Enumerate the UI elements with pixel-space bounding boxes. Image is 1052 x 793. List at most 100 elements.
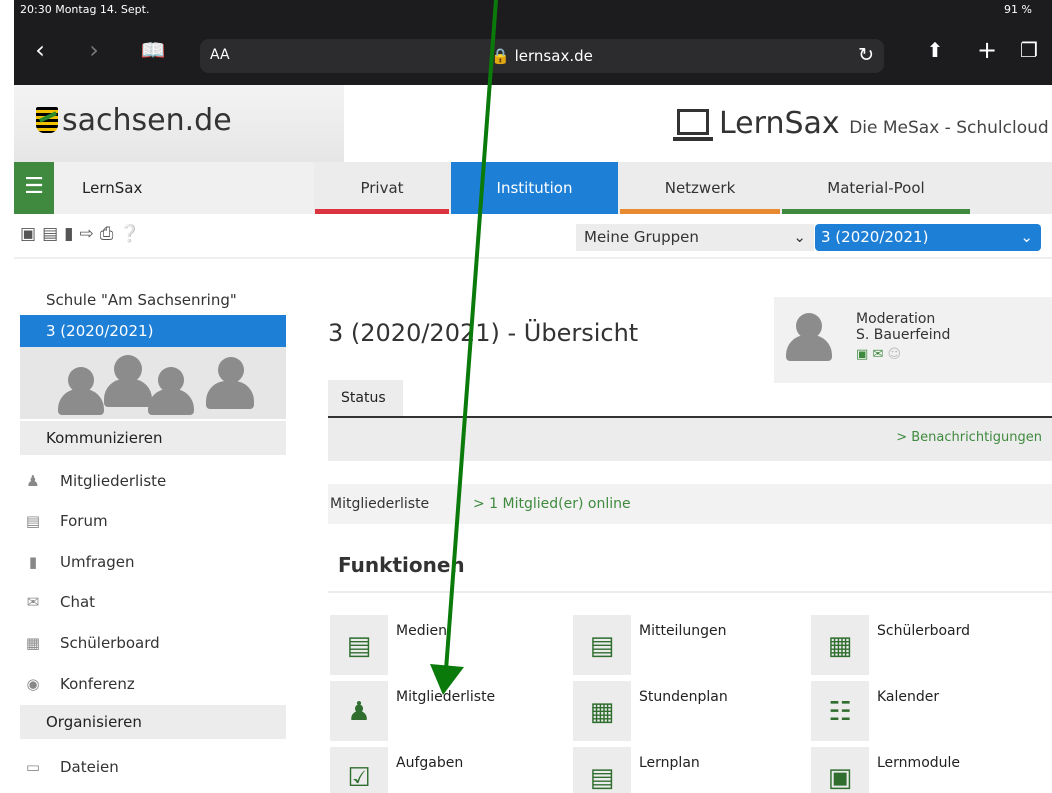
tabs-icon[interactable]: ❐ [1014, 34, 1044, 66]
members-icon: ♟ [26, 472, 40, 490]
sidebar-item-mitgliederliste[interactable]: ♟ Mitgliederliste [20, 464, 286, 498]
notifications-link[interactable]: > Benachrichtigungen [896, 430, 1042, 445]
function-label: Stundenplan [639, 689, 728, 705]
function-label: Lernmodule [877, 755, 961, 771]
sidebar-item-label: Dateien [60, 758, 119, 776]
groups-select[interactable]: Meine Gruppen ⌄ [576, 224, 814, 251]
learning-plan-icon: ▤ [589, 763, 615, 793]
bookmarks-icon[interactable]: 📖 [138, 34, 168, 66]
tab-material-pool[interactable]: Material-Pool [782, 162, 970, 214]
function-aufgaben[interactable]: ☑ Aufgaben [330, 747, 560, 793]
function-kalender[interactable]: ☷ Kalender [811, 681, 1041, 741]
moderation-box: Moderation S. Bauerfeind ▣ ✉ ☺ [774, 297, 1052, 383]
members-icon: ♟ [347, 697, 371, 727]
notes-icon[interactable]: ▤ [42, 224, 64, 244]
function-mitteilungen[interactable]: ▤ Mitteilungen [573, 615, 803, 675]
toolbar: ▣▤▮⇨⎙❔ Meine Gruppen ⌄ 3 (2020/2021) ⌄ [14, 214, 1052, 259]
media-icon: ▤ [346, 631, 372, 661]
reload-icon[interactable]: ↻ [858, 44, 874, 66]
members-online-link[interactable]: > 1 Mitglied(er) online [473, 484, 631, 524]
url-text: 🔒 lernsax.de [200, 47, 884, 65]
sidebar-item-label: Schülerboard [60, 634, 160, 652]
function-icon-box: ☷ [811, 681, 869, 741]
function-label: Schülerboard [877, 623, 971, 639]
site-header: sachsen.de LernSax Die MeSax - Schulclou… [14, 85, 1052, 162]
profile-card-icon[interactable]: ▣ [856, 347, 868, 362]
sidebar-class[interactable]: 3 (2020/2021) [20, 315, 286, 347]
lernsax-logo[interactable]: LernSax Die MeSax - Schulcloud [673, 106, 1049, 141]
section-organisieren: Organisieren [20, 705, 286, 739]
print-icon[interactable]: ⎙ [100, 224, 120, 244]
function-label: Kalender [877, 689, 940, 705]
sidebar-item-label: Mitgliederliste [60, 472, 167, 490]
calendar-icon: ☷ [828, 697, 852, 727]
tool-icons: ▣▤▮⇨⎙❔ [20, 224, 147, 244]
function-medien[interactable]: ▤ Medien [330, 615, 560, 675]
lock-icon: 🔒 [491, 47, 510, 65]
bookmark-icon[interactable]: ▮ [64, 224, 79, 244]
sidebar-item-forum[interactable]: ▤ Forum [20, 504, 286, 538]
sidebar-item-label: Umfragen [60, 553, 135, 571]
chevron-down-icon: ⌄ [1020, 228, 1033, 246]
tab-label: Privat [360, 179, 404, 197]
share-icon[interactable]: ⬆ [920, 34, 950, 66]
school-name[interactable]: Schule "Am Sachsenring" [46, 291, 237, 309]
sidebar: Schule "Am Sachsenring" 3 (2020/2021) Ko… [20, 259, 286, 793]
hierarchy-icon[interactable]: ▣ [20, 224, 42, 244]
tab-label: Institution [496, 179, 573, 197]
group-avatars [20, 347, 286, 419]
function-lernmodule[interactable]: ▣ Lernmodule [811, 747, 1041, 793]
forward-icon[interactable]: › [82, 34, 106, 66]
board-icon: ▦ [827, 631, 853, 661]
function-mitgliederliste[interactable]: ♟ Mitgliederliste [330, 681, 560, 741]
mail-icon[interactable]: ✉ [872, 347, 883, 362]
function-icon-box: ▣ [811, 747, 869, 793]
chat-icon: ✉ [26, 593, 40, 611]
function-stundenplan[interactable]: ▦ Stundenplan [573, 681, 803, 741]
sidebar-item-umfragen[interactable]: ▮ Umfragen [20, 545, 286, 579]
tab-privat[interactable]: Privat [315, 162, 449, 214]
sidebar-item-chat[interactable]: ✉ Chat [20, 585, 286, 619]
moderator-actions: ▣ ✉ ☺ [856, 347, 901, 362]
tab-status[interactable]: Status [328, 380, 403, 416]
lernsax-name: LernSax [719, 106, 840, 141]
main-tabs: ☰ LernSax Privat Institution Netzwerk Ma… [14, 162, 1052, 214]
back-icon[interactable]: ‹ [28, 34, 52, 66]
lernsax-subtitle: Die MeSax - Schulcloud [849, 118, 1049, 138]
sidebar-item-konferenz[interactable]: ◉ Konferenz [20, 667, 286, 701]
tab-institution[interactable]: Institution [451, 162, 618, 214]
status-smiley-icon: ☺ [887, 347, 902, 362]
function-lernplan[interactable]: ▤ Lernplan [573, 747, 803, 793]
new-tab-icon[interactable]: + [972, 34, 1002, 66]
function-icon-box: ▤ [573, 615, 631, 675]
tab-lernsax[interactable]: LernSax [54, 162, 314, 214]
notifications-bar: > Benachrichtigungen [328, 418, 1052, 461]
function-icon-box: ▤ [573, 747, 631, 793]
sidebar-item-schuelerboard[interactable]: ▦ Schülerboard [20, 626, 286, 660]
url-value: lernsax.de [514, 47, 593, 65]
conference-icon: ◉ [26, 675, 40, 693]
function-label: Aufgaben [396, 755, 464, 771]
tab-netzwerk[interactable]: Netzwerk [620, 162, 780, 214]
tasks-icon: ☑ [347, 763, 371, 793]
divider [328, 591, 1052, 593]
main-content: 3 (2020/2021) - Übersicht Moderation S. … [328, 259, 1052, 793]
logout-icon[interactable]: ⇨ [79, 224, 99, 244]
sidebar-item-dateien[interactable]: ▭ Dateien [20, 750, 286, 784]
function-schuelerboard[interactable]: ▦ Schülerboard [811, 615, 1041, 675]
menu-icon[interactable]: ☰ [14, 162, 54, 214]
address-bar[interactable]: AA 🔒 lernsax.de ↻ [200, 39, 884, 73]
function-icon-box: ▦ [573, 681, 631, 741]
members-row: Mitgliederliste > 1 Mitglied(er) online [328, 484, 1052, 524]
function-icon-box: ♟ [330, 681, 388, 741]
sachsen-logo[interactable]: sachsen.de [36, 103, 232, 138]
members-label: Mitgliederliste [330, 496, 430, 512]
moderator-name: S. Bauerfeind [856, 327, 951, 343]
page: 20:30 Montag 14. Sept. 91 % ‹ › 📖 AA 🔒 l… [0, 0, 1052, 793]
learning-modules-icon: ▣ [827, 763, 853, 793]
help-icon[interactable]: ❔ [119, 224, 146, 244]
moderator-avatar [786, 309, 832, 361]
class-select[interactable]: 3 (2020/2021) ⌄ [815, 224, 1041, 251]
sidebar-item-label: Chat [60, 593, 96, 611]
function-icon-box: ▦ [811, 615, 869, 675]
